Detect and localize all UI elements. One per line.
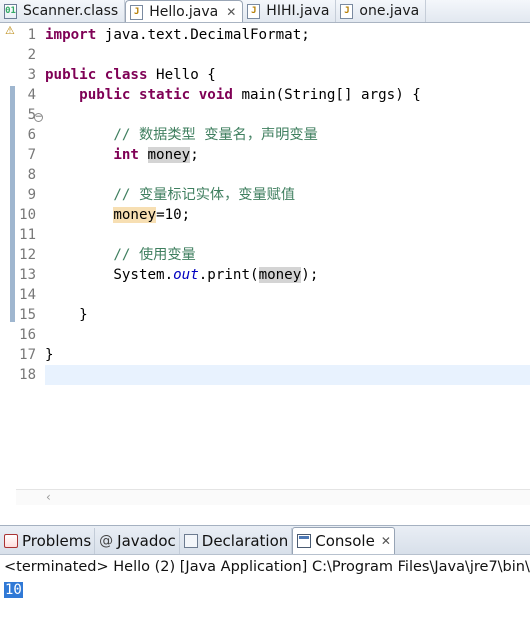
console-icon xyxy=(297,534,312,548)
tab-label: Console xyxy=(315,532,375,550)
line-number: 2 xyxy=(27,47,36,63)
line-number: 12 xyxy=(19,247,36,263)
code-area[interactable]: import java.text.DecimalFormat; public c… xyxy=(45,25,530,385)
editor-tab-bar: 01 Scanner.class J Hello.java ✕ J HIHI.j… xyxy=(0,0,530,23)
keyword: int xyxy=(113,147,139,163)
code-text: ; xyxy=(190,147,199,163)
static-field: out xyxy=(173,267,199,283)
tab-label: Javadoc xyxy=(117,532,176,550)
line-number: 18 xyxy=(19,367,36,383)
line-number: 4 xyxy=(27,87,36,103)
code-line-13: System.out.print(money); xyxy=(45,265,530,285)
code-line-15: } xyxy=(45,305,530,325)
code-text: System. xyxy=(113,267,174,283)
comment: // 使用变量 xyxy=(113,247,196,263)
tab-label: HIHI.java xyxy=(266,3,330,19)
declaration-icon xyxy=(183,534,198,548)
comment: // 变量标记实体，变量赋值 xyxy=(113,187,296,203)
line-number: 3 xyxy=(27,67,36,83)
line-number: 15 xyxy=(19,307,36,323)
code-line-4: public static void main(String[] args) { xyxy=(45,85,530,105)
javadoc-icon: @ xyxy=(99,533,114,549)
annotation-ruler: ⚠ xyxy=(0,23,16,505)
tab-problems[interactable]: Problems xyxy=(0,528,96,554)
class-file-icon: 01 xyxy=(4,3,17,19)
console-status: <terminated> Hello (2) [Java Application… xyxy=(4,559,530,575)
code-line-3: public class Hello { xyxy=(45,65,530,85)
java-file-icon: J xyxy=(340,3,354,19)
tab-hihi-java[interactable]: J HIHI.java xyxy=(243,0,337,22)
tab-label: Declaration xyxy=(201,532,289,550)
code-text: .print( xyxy=(198,267,259,283)
tab-one-java[interactable]: J one.java xyxy=(336,0,427,22)
tab-label: Hello.java xyxy=(149,4,219,20)
code-line-18-current[interactable] xyxy=(45,365,530,385)
problems-icon xyxy=(4,534,18,548)
scroll-left-icon[interactable]: ‹ xyxy=(46,490,51,504)
line-number-gutter: 1 2 3 4 5 6 7 8 9 10 11 12 13 14 15 16 1… xyxy=(16,25,36,385)
fold-toggle-icon[interactable]: − xyxy=(34,113,43,122)
code-text: java.text.DecimalFormat; xyxy=(96,27,310,43)
java-file-icon: J xyxy=(130,4,144,20)
code-line-10: money=10; xyxy=(45,205,530,225)
line-number: 16 xyxy=(19,327,36,343)
line-number: 11 xyxy=(19,227,36,243)
tab-label: Scanner.class xyxy=(23,3,119,19)
line-number: 7 xyxy=(27,147,36,163)
change-marker xyxy=(10,86,15,322)
keyword: public class xyxy=(45,67,148,83)
code-line-6: // 数据类型 变量名，声明变量 xyxy=(45,125,530,145)
line-number: 6 xyxy=(27,127,36,143)
line-number: 13 xyxy=(19,267,36,283)
tab-label: one.java xyxy=(359,3,420,19)
tab-javadoc[interactable]: @ Javadoc xyxy=(95,528,180,554)
panel-tab-bar: Problems @ Javadoc Declaration Console ✕ xyxy=(0,525,530,555)
console-output[interactable]: 10 xyxy=(4,581,23,599)
code-line-7: int money; xyxy=(45,145,530,165)
code-text: ); xyxy=(301,267,319,283)
code-text: } xyxy=(45,347,54,363)
horizontal-scrollbar[interactable]: ‹ xyxy=(16,489,530,505)
line-number: 10 xyxy=(19,207,36,223)
close-icon[interactable]: ✕ xyxy=(381,534,391,548)
line-number: 9 xyxy=(27,187,36,203)
line-number: 14 xyxy=(19,287,36,303)
selected-output[interactable]: 10 xyxy=(4,582,23,598)
tab-declaration[interactable]: Declaration xyxy=(180,528,293,554)
keyword: public static void xyxy=(79,87,233,103)
comment: // 数据类型 变量名，声明变量 xyxy=(113,127,318,143)
code-line-9: // 变量标记实体，变量赋值 xyxy=(45,185,530,205)
variable-occurrence: money xyxy=(258,267,302,283)
code-text: Hello { xyxy=(147,67,216,83)
java-file-icon: J xyxy=(247,3,261,19)
line-number: 1 xyxy=(27,27,36,43)
tab-label: Problems xyxy=(22,532,92,550)
code-text: =10; xyxy=(156,207,191,223)
variable-write-occurrence: money xyxy=(113,207,157,223)
keyword: import xyxy=(45,27,97,43)
code-text: main(String[] args) { xyxy=(232,87,421,103)
tab-console[interactable]: Console ✕ xyxy=(292,527,395,554)
code-line-12: // 使用变量 xyxy=(45,245,530,265)
code-line-1: import java.text.DecimalFormat; xyxy=(45,25,530,45)
close-icon[interactable]: ✕ xyxy=(226,5,236,19)
bottom-panel: Problems @ Javadoc Declaration Console ✕… xyxy=(0,525,530,635)
code-text: } xyxy=(79,307,88,323)
variable-occurrence: money xyxy=(147,147,191,163)
line-number: 5 xyxy=(27,107,36,123)
line-number: 8 xyxy=(27,167,36,183)
warning-icon[interactable]: ⚠ xyxy=(5,23,15,39)
tab-hello-java[interactable]: J Hello.java ✕ xyxy=(125,0,244,22)
line-number: 17 xyxy=(19,347,36,363)
tab-scanner-class[interactable]: 01 Scanner.class xyxy=(0,0,126,22)
code-editor[interactable]: ⚠ 1 2 3 4 5 6 7 8 9 10 11 12 13 14 15 16… xyxy=(0,23,530,505)
code-line-17: } xyxy=(45,345,530,365)
